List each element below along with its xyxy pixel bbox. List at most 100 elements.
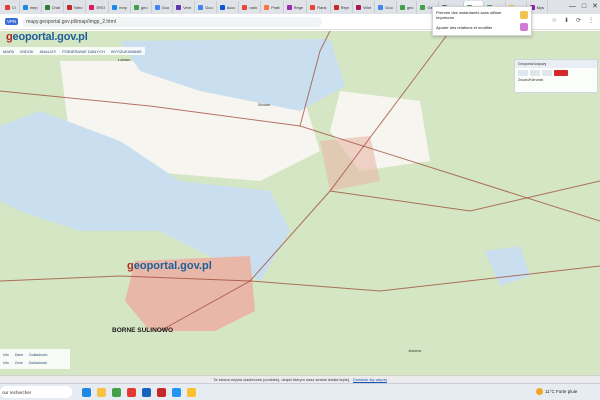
- tab-favicon-icon: [133, 4, 139, 10]
- tab-label: Rege: [293, 4, 304, 10]
- weather-widget[interactable]: 11°C Forte pluie: [536, 388, 577, 395]
- toolbar-button[interactable]: [542, 70, 552, 76]
- weather-text: 11°C Forte pluie: [545, 389, 578, 394]
- tab-favicon-icon: [5, 4, 10, 10]
- tab-favicon-icon: [219, 4, 225, 10]
- browser-tab[interactable]: Nitro: [64, 1, 87, 13]
- popup-line-2: Ajouter des relations et modifier: [436, 24, 493, 30]
- cookie-notice: Ta strona używa ciasteczek (cookies), dz…: [0, 375, 600, 383]
- bottom-row: Info Dane Dokładność: [3, 351, 67, 359]
- browser-tab[interactable]: Goo: [152, 1, 174, 13]
- browser-tab[interactable]: geo: [397, 1, 418, 13]
- bottom-item[interactable]: Dane: [15, 351, 23, 359]
- menu-mapa[interactable]: MAPA: [3, 49, 14, 54]
- opera-icon[interactable]: [157, 387, 166, 397]
- word-icon[interactable]: [142, 387, 151, 397]
- maximize-icon[interactable]: □: [582, 1, 586, 13]
- browser-tab[interactable]: geo: [131, 1, 152, 13]
- browser-tab[interactable]: Repr: [331, 1, 354, 13]
- geoportal-logo[interactable]: geoportal.gov.pl: [6, 31, 88, 43]
- place-label-jeziorna: Jeziorna: [408, 349, 422, 353]
- menu-icon[interactable]: ⋮: [588, 17, 594, 24]
- logo-text: eoportal.gov.pl: [12, 31, 88, 43]
- watermark-text: eoportal.gov.pl: [133, 260, 212, 272]
- tab-favicon-icon: [399, 4, 405, 10]
- close-icon[interactable]: ✕: [592, 1, 598, 13]
- vpn-badge[interactable]: VPN: [5, 18, 19, 25]
- tab-favicon-icon: [286, 4, 292, 10]
- browser-tab[interactable]: Wint: [353, 1, 376, 13]
- download-icon[interactable]: ⬇: [564, 17, 569, 24]
- bottom-item[interactable]: Info: [3, 351, 9, 359]
- browser-tab[interactable]: Goo: [375, 1, 397, 13]
- minimize-icon[interactable]: —: [569, 1, 576, 13]
- bottom-item[interactable]: Dokładność: [29, 351, 47, 359]
- tab-label: mep: [119, 4, 127, 10]
- browser-tab[interactable]: Chat: [42, 1, 65, 13]
- topographic-map[interactable]: [0, 31, 600, 383]
- tab-favicon-icon: [89, 4, 95, 10]
- toolbar-caption: Znowu/Kierunek: [518, 78, 544, 82]
- geoportal-page: geoportal.gov.pl MAPA WIDOK ANALIZY POBI…: [0, 31, 600, 383]
- tab-favicon-icon: [22, 4, 28, 10]
- browser-tab[interactable]: ERO: [86, 1, 110, 13]
- address-bar-icons: ☆ ⬇ ⟳ ⋮: [552, 17, 594, 24]
- tab-label: geo: [406, 4, 414, 10]
- tab-favicon-icon: [112, 4, 118, 10]
- bottom-item[interactable]: Info: [3, 359, 9, 367]
- cookie-more-link[interactable]: Dowiedz się więcej: [353, 377, 387, 382]
- tab-label: Chat: [51, 4, 61, 10]
- browser-tab[interactable]: Rege: [284, 1, 308, 13]
- tab-label: Wint: [363, 4, 372, 10]
- tab-favicon-icon: [198, 4, 204, 10]
- popup-row[interactable]: Prendre des instantanés sans utiliser Im…: [436, 9, 528, 21]
- tab-label: ERO: [96, 4, 106, 10]
- explorer-icon[interactable]: [187, 387, 196, 397]
- watermark-prefix: g: [127, 260, 134, 272]
- place-label-lubowo: Łubowo: [118, 58, 131, 62]
- browser-tab[interactable]: mep: [109, 1, 131, 13]
- edge-icon[interactable]: [82, 387, 91, 397]
- browser-tab[interactable]: Accc: [217, 1, 240, 13]
- files-icon[interactable]: [97, 387, 106, 397]
- menu-wyszukiwanie[interactable]: WYSZUKIWANIE: [111, 49, 142, 54]
- browser-tab[interactable]: rank: [239, 1, 262, 13]
- tab-favicon-icon: [378, 4, 384, 10]
- taskbar-search[interactable]: our rechercher: [0, 386, 72, 398]
- tab-label: mep: [29, 4, 38, 10]
- star-icon[interactable]: ☆: [552, 17, 557, 24]
- toolbar-button[interactable]: [518, 70, 528, 76]
- browser-tab[interactable]: Vent: [173, 1, 196, 13]
- camera-icon: [520, 11, 528, 19]
- tab-label: Goo: [161, 4, 170, 10]
- menu-analizy[interactable]: ANALIZY: [40, 49, 57, 54]
- toolbar-buttons: [515, 68, 597, 78]
- url-field[interactable]: mapy.geoportal.gov.pl/imap/Imgp_2.html: [22, 16, 323, 27]
- tab-label: rank: [249, 4, 258, 10]
- tab-label: Repr: [340, 4, 350, 10]
- browser-tab[interactable]: mep: [20, 1, 42, 13]
- bottom-item[interactable]: Dokładność: [29, 359, 47, 367]
- browser-tab[interactable]: Pratt: [261, 1, 284, 13]
- menu-widok[interactable]: WIDOK: [20, 49, 34, 54]
- browser-tab[interactable]: Rank: [307, 1, 331, 13]
- menu-pobieranie[interactable]: POBIERANIE DANYCH: [62, 49, 104, 54]
- chrome-icon[interactable]: [127, 387, 136, 397]
- toolbar-button[interactable]: [530, 70, 540, 76]
- youtube-icon[interactable]: [554, 70, 568, 76]
- popup-row[interactable]: Ajouter des relations et modifier: [436, 21, 528, 33]
- browser-tab[interactable]: Goo: [195, 1, 217, 13]
- mail-icon[interactable]: [172, 387, 181, 397]
- snipping-popup: Prendre des instantanés sans utiliser Im…: [432, 6, 532, 36]
- reload-icon[interactable]: ⟳: [576, 17, 581, 24]
- taskbar-apps: [82, 387, 196, 397]
- url-text: mapy.geoportal.gov.pl/imap/Imgp_2.html: [26, 18, 116, 25]
- browser-tab[interactable]: Ci: [2, 1, 20, 13]
- tab-favicon-icon: [176, 4, 182, 10]
- map-watermark-logo: geoportal.gov.pl: [127, 260, 212, 272]
- tab-label: Goo: [205, 4, 213, 10]
- bottom-item[interactable]: Zone: [15, 359, 23, 367]
- tab-favicon-icon: [310, 4, 316, 10]
- store-icon[interactable]: [112, 387, 121, 397]
- tab-label: geo: [140, 4, 148, 10]
